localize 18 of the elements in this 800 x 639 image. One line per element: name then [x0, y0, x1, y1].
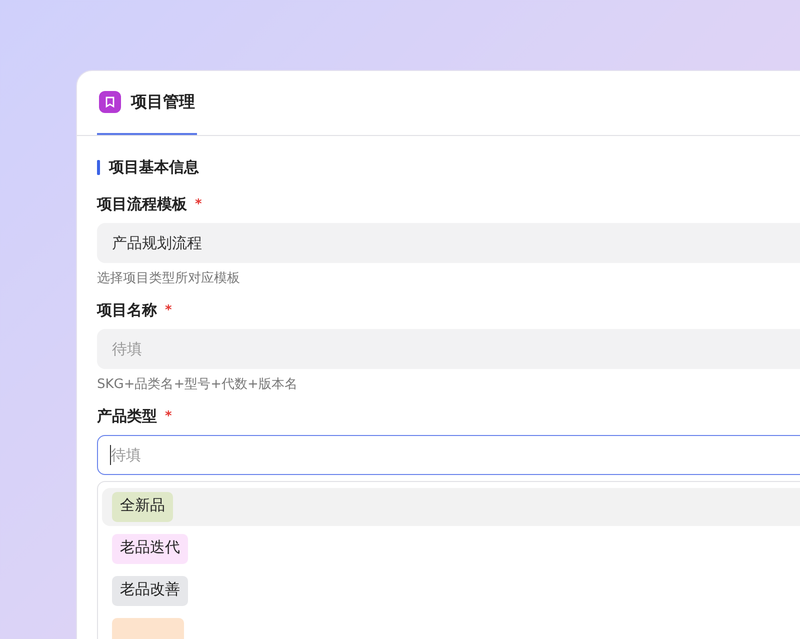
field-label: 产品类型 [97, 406, 157, 426]
field-label: 项目名称 [97, 300, 157, 320]
dropdown-option[interactable]: 老品迭代 [102, 530, 800, 568]
project-tab[interactable]: 项目管理 [97, 71, 197, 135]
option-tag: 老品改善 [112, 576, 188, 606]
field-hint: SKG+品类名+型号+代数+版本名 [97, 376, 298, 394]
required-mark: * [195, 196, 202, 212]
field-hint: 选择项目类型所对应模板 [97, 270, 241, 288]
field-label: 项目流程模板 [97, 194, 187, 214]
dropdown-option[interactable]: 全新品 [102, 488, 800, 526]
input-field[interactable]: 产品规划流程 [97, 223, 800, 263]
option-tag: 全新品 [112, 492, 173, 522]
app-logo-icon [99, 91, 121, 113]
section-title: 项目基本信息 [109, 158, 199, 177]
required-mark: * [165, 408, 172, 424]
dropdown-option[interactable]: 老品改善 [102, 572, 800, 610]
required-mark: * [165, 302, 172, 318]
option-tag: 老品迭代 [112, 534, 188, 564]
